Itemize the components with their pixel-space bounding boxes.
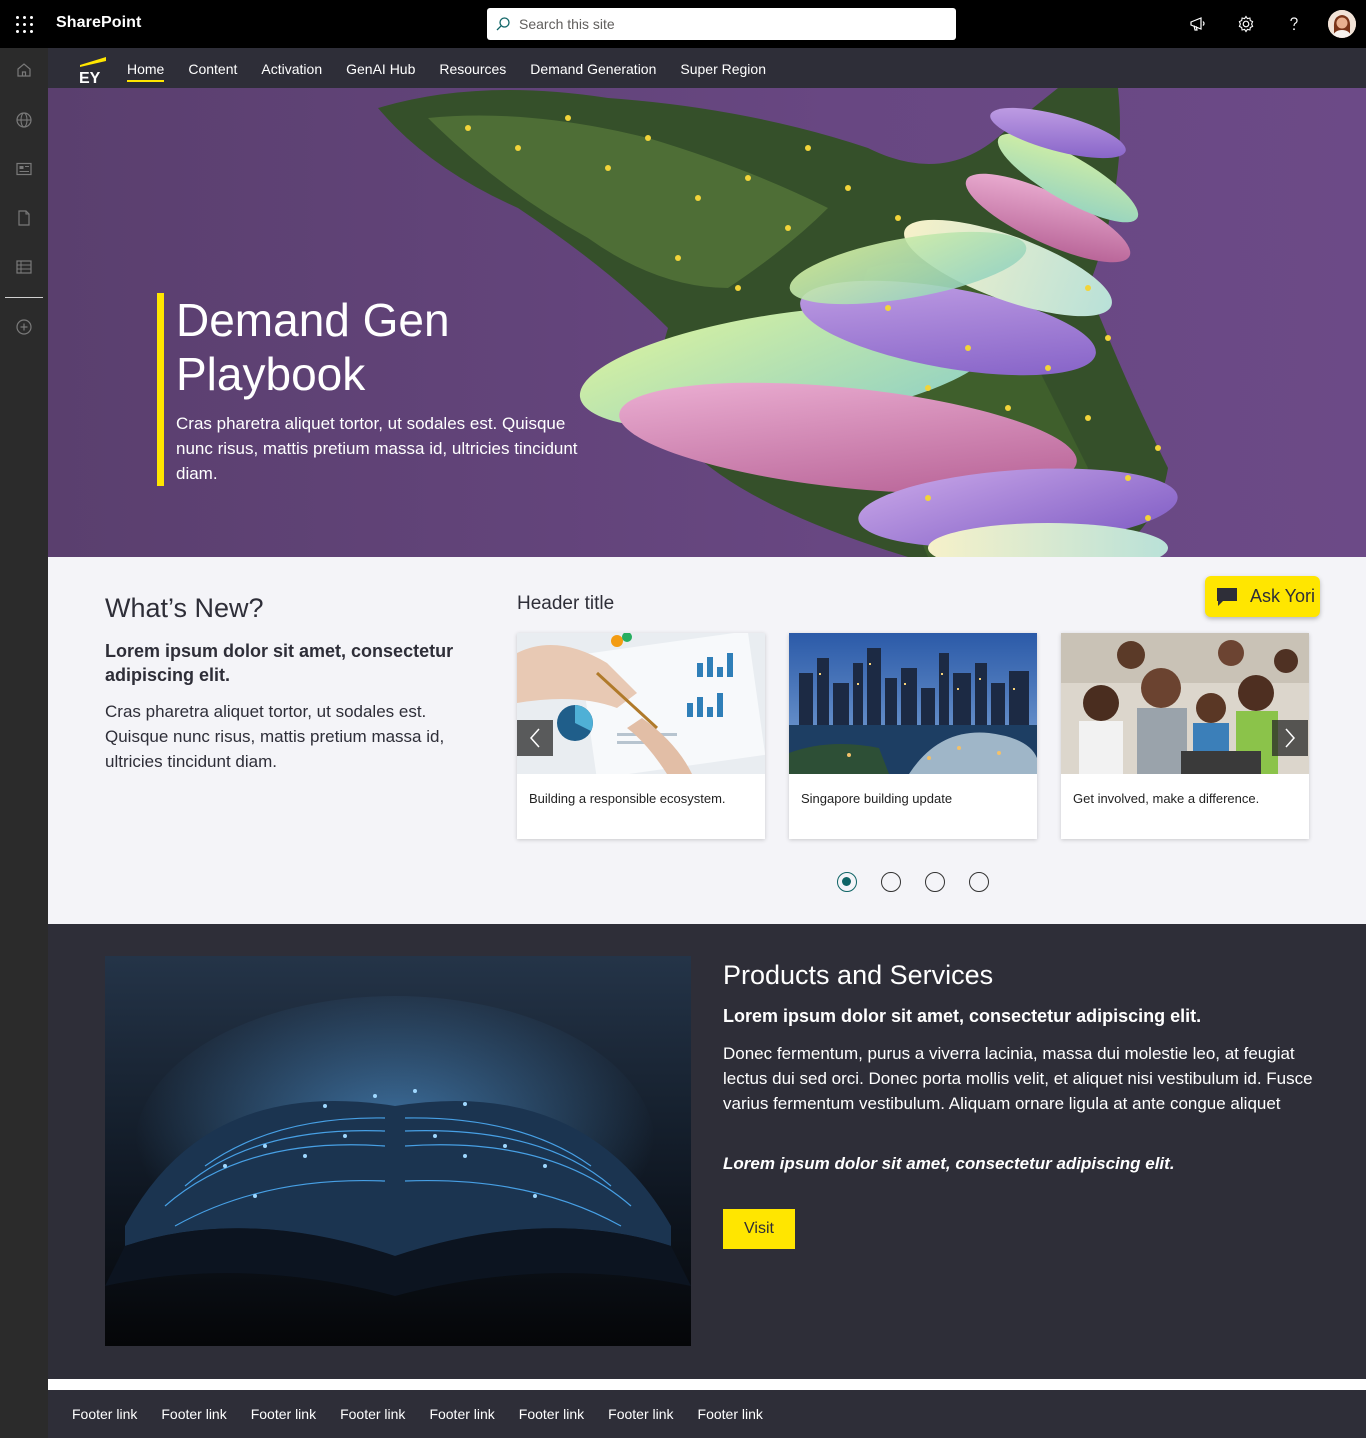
whats-new-section: What’s New? Lorem ipsum dolor sit amet, … <box>48 557 1366 924</box>
rail-divider <box>5 297 43 298</box>
carousel-prev-button[interactable] <box>517 720 553 756</box>
nav-item-demand-generation[interactable]: Demand Generation <box>530 48 656 88</box>
chevron-left-icon <box>529 728 540 748</box>
nav-items: Home Content Activation GenAI Hub Resour… <box>127 48 790 88</box>
nav-item-genai-hub[interactable]: GenAI Hub <box>346 48 415 88</box>
footer-link[interactable]: Footer link <box>519 1406 584 1422</box>
hero-banner: Demand Gen Playbook Cras pharetra alique… <box>48 88 1366 557</box>
site-navigation: EY Home Content Activation GenAI Hub Res… <box>48 48 1366 88</box>
avatar[interactable] <box>1328 10 1356 38</box>
pager-dot-4[interactable] <box>969 872 989 892</box>
gear-icon[interactable] <box>1234 12 1258 36</box>
search-input[interactable] <box>519 16 919 32</box>
card-caption: Get involved, make a difference. <box>1073 791 1260 806</box>
card-caption: Singapore building update <box>801 791 953 806</box>
ey-logo[interactable]: EY <box>78 54 108 84</box>
add-icon[interactable] <box>12 315 36 339</box>
news-icon[interactable] <box>12 157 36 181</box>
chat-icon <box>1217 587 1237 606</box>
pager-dot-1[interactable] <box>837 872 857 892</box>
products-title: Products and Services <box>723 960 994 990</box>
globe-icon[interactable] <box>12 108 36 132</box>
footer-link[interactable]: Footer link <box>161 1406 226 1422</box>
hero-subtitle: Cras pharetra aliquet tortor, ut sodales… <box>176 414 578 483</box>
footer-link[interactable]: Footer link <box>340 1406 405 1422</box>
card-image-singapore-skyline <box>789 633 1037 774</box>
app-name[interactable]: SharePoint <box>56 14 141 32</box>
search-box[interactable] <box>487 8 956 40</box>
hero-title: Demand Gen Playbook <box>176 294 450 400</box>
megaphone-icon[interactable] <box>1186 12 1210 36</box>
whats-new-body: Cras pharetra aliquet tortor, ut sodales… <box>105 702 445 771</box>
nav-item-home[interactable]: Home <box>127 48 165 88</box>
suite-bar: SharePoint <box>0 0 1366 48</box>
svg-text:EY: EY <box>79 70 101 84</box>
search-icon <box>496 17 510 31</box>
footer: Footer link Footer link Footer link Foot… <box>48 1390 1366 1438</box>
nav-item-resources[interactable]: Resources <box>439 48 506 88</box>
waffle-icon[interactable] <box>8 8 40 40</box>
card-image-business-charts <box>517 633 765 774</box>
news-card[interactable]: Building a responsible ecosystem. <box>517 633 765 839</box>
hero-text-block: Demand Gen Playbook Cras pharetra alique… <box>157 293 597 486</box>
footer-link[interactable]: Footer link <box>72 1406 137 1422</box>
digital-book-image <box>105 956 691 1346</box>
card-caption: Building a responsible ecosystem. <box>529 791 726 806</box>
footer-link[interactable]: Footer link <box>429 1406 494 1422</box>
nav-item-activation[interactable]: Activation <box>261 48 322 88</box>
products-lead: Lorem ipsum dolor sit amet, consectetur … <box>723 1006 1202 1026</box>
whats-new-lead: Lorem ipsum dolor sit amet, consectetur … <box>105 641 454 685</box>
products-tagline: Lorem ipsum dolor sit amet, consectetur … <box>723 1154 1175 1173</box>
footer-link[interactable]: Footer link <box>608 1406 673 1422</box>
list-icon[interactable] <box>12 255 36 279</box>
home-icon[interactable] <box>12 58 36 82</box>
ask-yori-button[interactable]: Ask Yori <box>1205 576 1320 617</box>
products-section: Products and Services Lorem ipsum dolor … <box>48 924 1366 1379</box>
help-icon[interactable] <box>1282 12 1306 36</box>
chevron-right-icon <box>1285 728 1296 748</box>
nav-item-super-region[interactable]: Super Region <box>680 48 766 88</box>
products-body: Donec fermentum, purus a viverra lacinia… <box>723 1044 1313 1113</box>
ask-yori-label: Ask Yori <box>1250 586 1316 606</box>
nav-item-content[interactable]: Content <box>188 48 237 88</box>
left-rail <box>0 48 48 1438</box>
whats-new-title: What’s New? <box>105 593 264 623</box>
carousel-pager <box>837 872 1013 892</box>
visit-button[interactable]: Visit <box>723 1209 795 1249</box>
document-icon[interactable] <box>12 206 36 230</box>
pager-dot-3[interactable] <box>925 872 945 892</box>
footer-link[interactable]: Footer link <box>251 1406 316 1422</box>
news-card[interactable]: Singapore building update <box>789 633 1037 839</box>
pager-dot-2[interactable] <box>881 872 901 892</box>
carousel-next-button[interactable] <box>1272 720 1308 756</box>
footer-divider <box>48 1379 1366 1390</box>
carousel-header-title: Header title <box>517 593 615 614</box>
footer-link[interactable]: Footer link <box>698 1406 763 1422</box>
